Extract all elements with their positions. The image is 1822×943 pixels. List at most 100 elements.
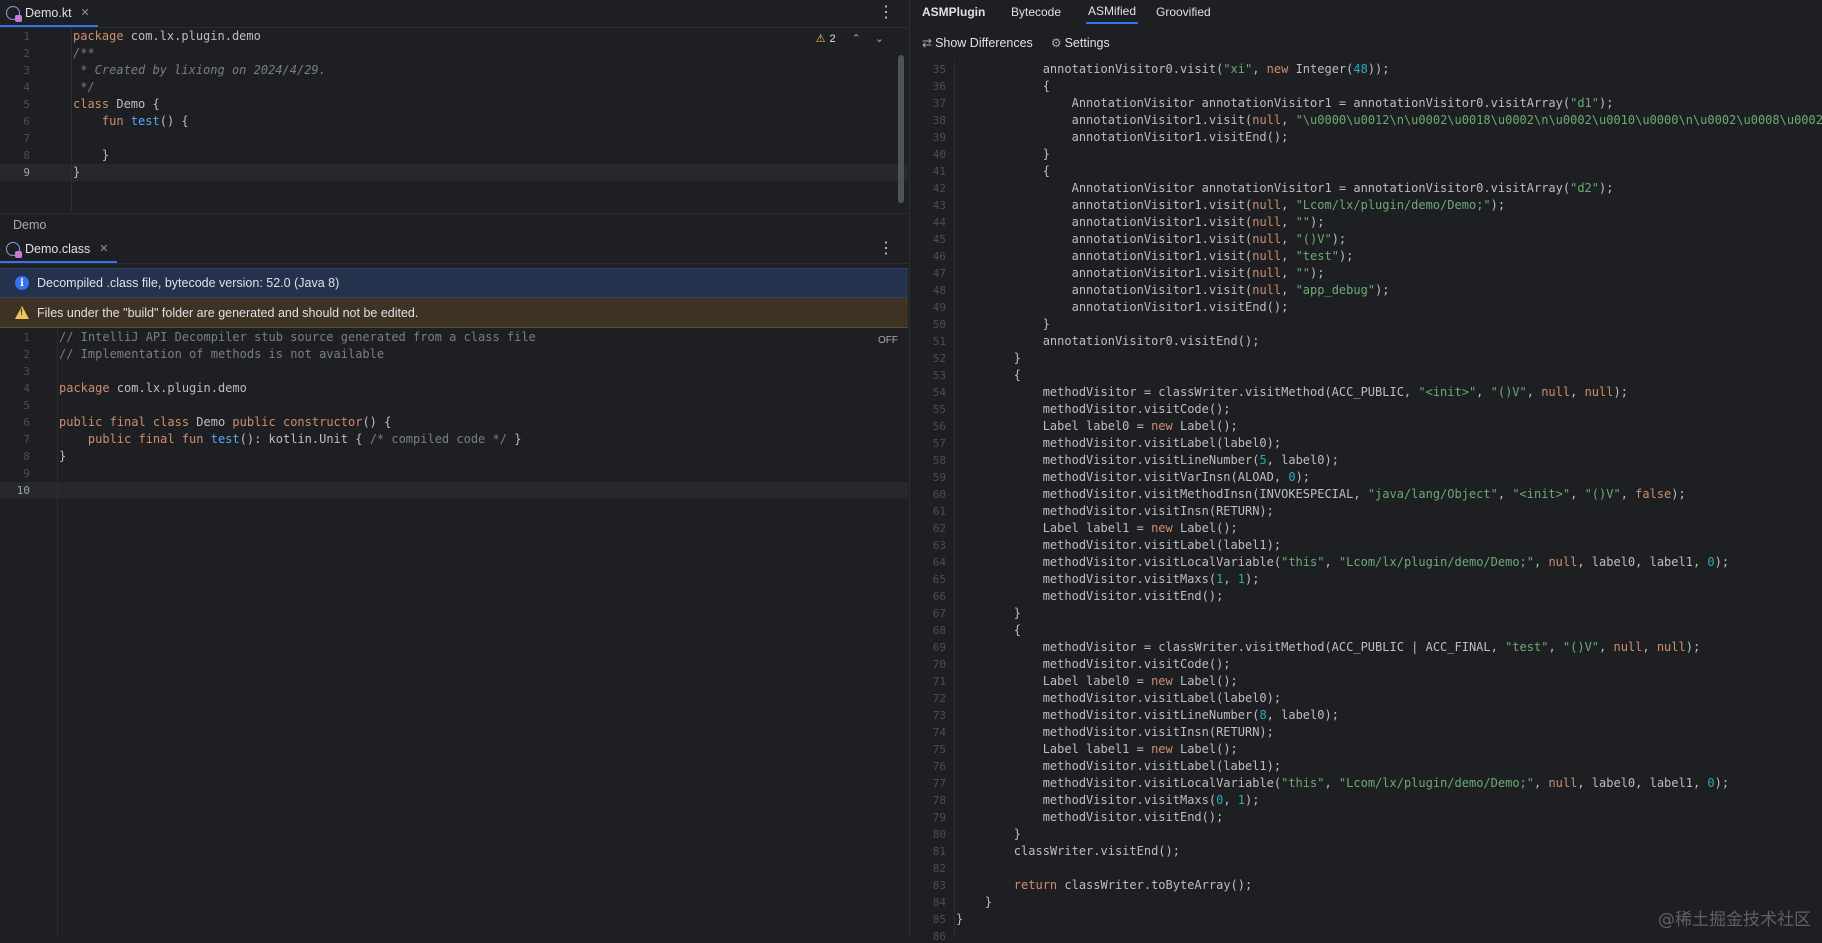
close-icon[interactable]: ✕ <box>99 242 108 255</box>
code-line: methodVisitor.visitVarInsn(ALOAD, 0); <box>956 470 1310 484</box>
code-token: /** <box>73 46 95 60</box>
top-code-editor[interactable]: ⚠ 2 ⌃ ⌄ 1 package com.lx.plugin.demo 2 /** 3… <box>0 27 908 212</box>
code-token: "()V" <box>1562 640 1600 654</box>
decompiled-code-editor[interactable]: OFF 1 // IntelliJ API Decompiler stub sou… <box>0 328 908 936</box>
code-line: package com.lx.plugin.demo <box>59 381 247 395</box>
close-icon[interactable]: ✕ <box>81 6 90 19</box>
code-token: , <box>1324 555 1339 569</box>
code-token: methodVisitor = classWriter.visitMethod(… <box>956 640 1506 654</box>
code-token: ); <box>1613 385 1628 399</box>
line-number: 8 <box>23 149 30 162</box>
code-token: null <box>1252 283 1282 297</box>
code-token: , label0, label1, <box>1577 555 1708 569</box>
code-token: null <box>1252 249 1282 263</box>
code-line: AnnotationVisitor annotationVisitor1 = a… <box>956 181 1614 195</box>
bottom-editor-tabbar: Demo.class ✕ ⋮ <box>0 236 908 264</box>
code-line: { <box>956 368 1021 382</box>
code-token: annotationVisitor1.visit( <box>956 232 1253 246</box>
code-token: ); <box>1295 470 1311 484</box>
code-token: "" <box>1295 266 1311 280</box>
code-token: , label0); <box>1266 453 1339 467</box>
code-token: ); <box>1599 96 1614 110</box>
line-number: 57 <box>932 437 946 450</box>
line-number: 76 <box>932 760 946 773</box>
code-line: { <box>956 164 1050 178</box>
line-number: 69 <box>932 641 946 654</box>
code-token: "test" <box>1295 249 1339 263</box>
code-token: // Implementation of methods is not avai… <box>59 347 385 361</box>
code-line: methodVisitor.visitLocalVariable("this",… <box>956 776 1729 790</box>
code-token: , <box>1570 487 1585 501</box>
more-options-icon[interactable]: ⋮ <box>878 3 894 23</box>
warning-count: 2 <box>829 32 836 45</box>
line-number: 56 <box>932 420 946 433</box>
tab-asmified[interactable]: ASMified <box>1086 0 1139 24</box>
code-token: } <box>59 449 67 463</box>
code-token: Label(); <box>1179 742 1238 756</box>
code-line: annotationVisitor1.visitEnd(); <box>956 300 1289 314</box>
line-number: 78 <box>932 794 946 807</box>
asmified-code-view[interactable]: 35 annotationVisitor0.visit("xi", new In… <box>910 60 1822 943</box>
line-number: 4 <box>23 382 30 395</box>
breadcrumb-item[interactable]: Demo <box>13 218 46 232</box>
code-token: classWriter.visitEnd(); <box>956 844 1180 858</box>
code-line: methodVisitor = classWriter.visitMethod(… <box>956 385 1628 399</box>
code-line: methodVisitor.visitCode(); <box>956 402 1231 416</box>
chevron-down-icon[interactable]: ⌄ <box>875 32 884 45</box>
code-token: package <box>73 29 131 43</box>
code-token: ); <box>1714 776 1730 790</box>
line-number: 40 <box>932 148 946 161</box>
code-token: , <box>1281 215 1296 229</box>
code-token: annotationVisitor1.visit( <box>956 283 1253 297</box>
chevron-up-icon[interactable]: ⌃ <box>852 32 861 45</box>
current-line-highlight <box>0 482 908 499</box>
code-token: ); <box>1310 266 1325 280</box>
code-token: "test" <box>1505 640 1549 654</box>
code-token: , <box>1534 776 1549 790</box>
line-number: 68 <box>932 624 946 637</box>
code-token: , <box>1324 776 1339 790</box>
diff-arrows-icon: ⇄ <box>922 35 933 50</box>
code-token: null <box>1584 385 1614 399</box>
code-token: class <box>73 97 117 111</box>
tab-groovified[interactable]: Groovified <box>1156 0 1211 24</box>
code-line: methodVisitor.visitMaxs(0, 1); <box>956 793 1260 807</box>
code-line: methodVisitor.visitMethodInsn(INVOKESPEC… <box>956 487 1686 501</box>
tab-bytecode[interactable]: Bytecode <box>1011 0 1061 24</box>
code-token: 0 <box>1288 470 1296 484</box>
show-differences-button[interactable]: ⇄ Show Differences <box>922 36 1033 50</box>
tab-demo-kt[interactable]: Demo.kt ✕ <box>0 0 98 27</box>
line-number: 48 <box>932 284 946 297</box>
inspection-widget[interactable]: ⚠ 2 ⌃ ⌄ <box>816 32 884 46</box>
code-token: methodVisitor = classWriter.visitMethod(… <box>956 385 1419 399</box>
code-line: Label label1 = new Label(); <box>956 521 1238 535</box>
tab-demo-class[interactable]: Demo.class ✕ <box>0 236 117 263</box>
code-token: annotationVisitor1.visit( <box>956 266 1253 280</box>
code-token: methodVisitor.visitLabel(label0); <box>956 691 1282 705</box>
code-token: 0 <box>1707 555 1715 569</box>
code-token: test <box>210 432 240 446</box>
code-token: , <box>1281 198 1296 212</box>
code-token: methodVisitor.visitEnd(); <box>956 810 1224 824</box>
warning-banner: Files under the "build" folder are gener… <box>0 298 908 328</box>
reader-mode-toggle[interactable]: OFF <box>878 335 898 346</box>
line-number: 49 <box>932 301 946 314</box>
code-token: ); <box>1714 555 1730 569</box>
code-line: } <box>956 606 1021 620</box>
code-token: ); <box>1331 232 1347 246</box>
code-line: } <box>956 147 1050 161</box>
code-token: "java/lang/Object" <box>1367 487 1498 501</box>
line-number: 84 <box>932 896 946 909</box>
code-line: } <box>956 317 1050 331</box>
code-token: null <box>1252 113 1282 127</box>
more-options-icon[interactable]: ⋮ <box>878 239 894 259</box>
code-token: "Lcom/lx/plugin/demo/Demo;" <box>1338 776 1534 790</box>
settings-button[interactable]: ⚙ Settings <box>1051 36 1110 50</box>
line-number: 86 <box>932 930 946 943</box>
code-line: { <box>956 79 1050 93</box>
line-number: 4 <box>23 81 30 94</box>
code-line: // IntelliJ API Decompiler stub source g… <box>59 330 536 344</box>
vertical-scrollbar[interactable] <box>898 55 904 203</box>
